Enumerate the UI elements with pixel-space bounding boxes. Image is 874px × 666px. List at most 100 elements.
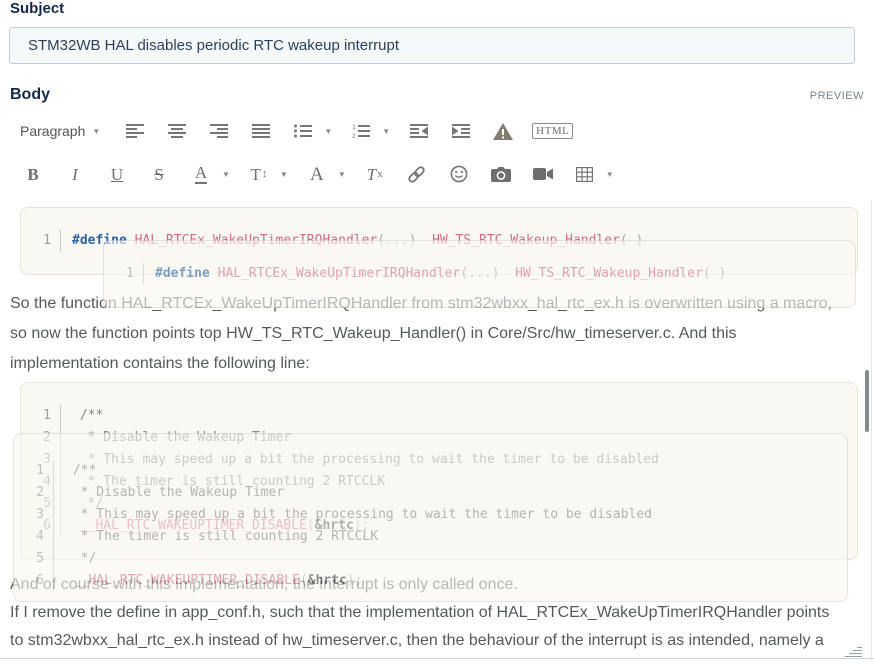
editor-bottom-border	[0, 658, 874, 659]
code-text: */	[54, 548, 96, 570]
video-camera-icon	[533, 167, 553, 181]
font-family-button[interactable]: A	[304, 160, 330, 188]
body-header-row: Body PREVIEW	[10, 86, 864, 104]
align-right-button[interactable]	[206, 117, 232, 145]
code-line: 2 * Disable the Wakeup Timer	[14, 482, 847, 504]
paragraph-style-label: Paragraph	[20, 123, 85, 139]
line-number: 1	[21, 230, 61, 252]
numbered-list-button[interactable]: 12	[348, 117, 374, 145]
line-number: 6	[14, 570, 54, 592]
align-justify-button[interactable]	[248, 117, 274, 145]
line-number: 1	[104, 263, 144, 285]
increase-indent-button[interactable]	[448, 117, 474, 145]
decrease-indent-button[interactable]	[406, 117, 432, 145]
text-line: If I remove the define in app_conf.h, su…	[10, 599, 858, 627]
code-text: * Disable the Wakeup Timer	[54, 482, 284, 504]
font-size-arrows-icon: ↕	[262, 168, 268, 180]
bullet-list-icon	[294, 124, 312, 138]
code-line: 5 */	[14, 548, 847, 570]
code-text: /**	[54, 460, 96, 482]
line-number: 4	[14, 526, 54, 548]
decrease-indent-icon	[410, 124, 428, 138]
code-text: * The timer is still counting 2 RTCCLK	[54, 526, 378, 548]
font-family-icon: A	[310, 165, 324, 184]
bold-button[interactable]: B	[20, 160, 46, 188]
code-text: * This may speed up a bit the processing…	[54, 504, 652, 526]
code-line: 4 * The timer is still counting 2 RTCCLK	[14, 526, 847, 548]
bullet-list-button[interactable]	[290, 117, 316, 145]
line-number: 5	[14, 548, 54, 570]
svg-text:2: 2	[352, 133, 356, 139]
font-size-caret[interactable]: ▼	[280, 170, 288, 179]
svg-text:1: 1	[352, 124, 356, 131]
smiley-icon	[450, 165, 468, 183]
camera-icon	[491, 166, 511, 182]
subject-input[interactable]	[9, 27, 855, 64]
link-icon	[407, 165, 426, 184]
text-line: implementation contains the following li…	[10, 349, 858, 379]
chevron-down-icon: ▼	[92, 127, 100, 136]
code-line: 1 /**	[21, 405, 857, 427]
underline-icon: U	[111, 166, 123, 183]
bold-icon: B	[27, 166, 38, 183]
line-number: 3	[14, 504, 54, 526]
subject-label: Subject	[10, 0, 64, 17]
text-color-caret[interactable]: ▼	[222, 170, 230, 179]
insert-photo-button[interactable]	[488, 160, 514, 188]
warning-triangle-icon	[493, 123, 513, 140]
insert-table-button[interactable]	[572, 160, 598, 188]
body-label: Body	[10, 86, 50, 104]
post-editor-screen: Subject Body PREVIEW Paragraph ▼ ▼ 12 ▼	[0, 0, 874, 666]
code-text: /**	[61, 405, 103, 427]
html-source-button[interactable]: HTML	[532, 117, 573, 145]
code-line: 1#define HAL_RTCEx_WakeUpTimerIRQHandler…	[104, 263, 855, 285]
numbered-list-options-caret[interactable]: ▼	[382, 127, 390, 136]
italic-icon: I	[72, 166, 78, 183]
font-size-icon: T	[250, 166, 260, 183]
italic-button[interactable]: I	[62, 160, 88, 188]
editor-right-border	[871, 200, 872, 660]
align-left-icon	[126, 124, 144, 138]
paragraph-style-dropdown[interactable]: Paragraph ▼	[20, 123, 100, 139]
line-number: 1	[21, 405, 61, 427]
body-editor-area[interactable]: 1#define HAL_RTCEx_WakeUpTimerIRQHandler…	[0, 200, 874, 660]
text-line: to stm32wbxx_hal_rtc_ex.h instead of hw_…	[10, 627, 858, 655]
code-line: 1 /**	[14, 460, 847, 482]
preview-button[interactable]: PREVIEW	[810, 90, 864, 104]
numbered-list-icon: 12	[352, 124, 370, 139]
text-color-button[interactable]: A	[188, 160, 214, 188]
bullet-list-options-caret[interactable]: ▼	[324, 127, 332, 136]
editor-scrollbar-thumb[interactable]	[865, 370, 869, 432]
html-badge: HTML	[532, 123, 573, 139]
editor-resize-handle[interactable]	[844, 644, 862, 658]
toolbar-row-2: B I U S A ▼ T↕ ▼ A ▼ Tx	[20, 157, 630, 191]
insert-link-button[interactable]	[404, 160, 430, 188]
align-right-icon	[210, 124, 228, 138]
drag-ghost-code-block-define-macro: 1#define HAL_RTCEx_WakeUpTimerIRQHandler…	[103, 240, 856, 308]
underline-button[interactable]: U	[104, 160, 130, 188]
clear-formatting-button[interactable]: Tx	[362, 160, 388, 188]
insert-video-button[interactable]	[530, 160, 556, 188]
drag-ghost-code-block-disable-wakeup: 1 /**2 * Disable the Wakeup Timer3 * Thi…	[13, 433, 848, 602]
table-icon	[576, 167, 593, 182]
clear-formatting-icon: T	[367, 166, 376, 183]
code-text: __HAL_RTC_WAKEUPTIMER_DISABLE(&hrtc);	[54, 570, 362, 592]
insert-emoji-button[interactable]	[446, 160, 472, 188]
strikethrough-button[interactable]: S	[146, 160, 172, 188]
spoiler-warning-button[interactable]	[490, 117, 516, 145]
code-line: 3 * This may speed up a bit the processi…	[14, 504, 847, 526]
align-center-button[interactable]	[164, 117, 190, 145]
line-number: 2	[14, 482, 54, 504]
align-justify-icon	[252, 124, 270, 138]
font-family-caret[interactable]: ▼	[338, 170, 346, 179]
strikethrough-icon: S	[154, 166, 163, 183]
line-number: 1	[14, 460, 54, 482]
code-line: 6 __HAL_RTC_WAKEUPTIMER_DISABLE(&hrtc);	[14, 570, 847, 592]
align-left-button[interactable]	[122, 117, 148, 145]
font-size-button[interactable]: T↕	[246, 160, 272, 188]
increase-indent-icon	[452, 124, 470, 138]
text-color-icon: A	[195, 164, 207, 184]
table-options-caret[interactable]: ▼	[606, 170, 614, 179]
text-line: so now the function points top HW_TS_RTC…	[10, 319, 858, 349]
align-center-icon	[168, 124, 186, 138]
